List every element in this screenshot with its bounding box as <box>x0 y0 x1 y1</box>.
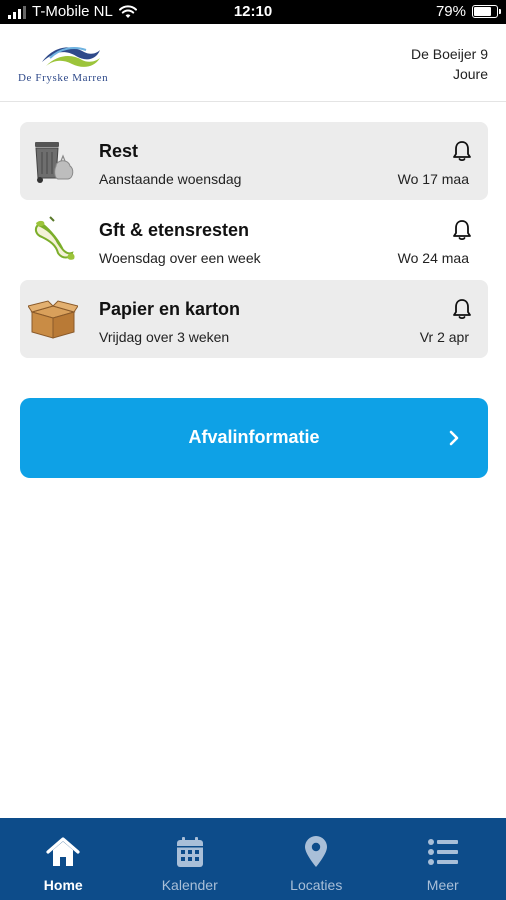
waste-item-title: Papier en karton <box>99 299 241 319</box>
tab-label: Locaties <box>290 877 343 893</box>
status-bar: T-Mobile NL 12:10 79% <box>0 0 506 24</box>
bell-icon[interactable] <box>452 140 472 162</box>
waste-item-title: Gft & etensresten <box>99 220 250 240</box>
afvalinformatie-button[interactable]: Afvalinformatie <box>20 398 488 478</box>
waste-item-subtitle: Woensdag over een week <box>99 250 261 266</box>
afvalinformatie-label: Afvalinformatie <box>188 427 320 447</box>
address-city: Joure <box>452 66 488 82</box>
waste-item-papier[interactable]: Papier en karton Vrijdag over 3 weken Vr… <box>20 280 488 358</box>
tab-label: Meer <box>426 877 459 893</box>
chevron-right-icon <box>449 430 459 446</box>
tab-label: Kalender <box>161 877 218 893</box>
waste-item-subtitle: Aanstaande woensdag <box>99 171 242 187</box>
tab-label: Home <box>43 877 83 893</box>
waste-item-rest[interactable]: Rest Aanstaande woensdag Wo 17 maa <box>20 122 488 200</box>
location-pin-icon <box>305 836 328 867</box>
bottom-tab-bar: Home Kalender Locaties Meer <box>0 818 506 900</box>
logo-text: De Fryske Marren <box>18 72 109 84</box>
waste-item-date: Wo 24 maa <box>397 250 469 266</box>
apple-core-icon <box>28 215 78 265</box>
status-right: 79% <box>435 3 501 20</box>
tab-meer[interactable]: Meer <box>380 818 506 900</box>
address-block[interactable]: De Boeijer 9 Joure <box>411 44 488 84</box>
bell-icon[interactable] <box>452 298 472 320</box>
waste-item-date: Wo 17 maa <box>397 171 469 187</box>
clock: 12:10 <box>233 3 273 20</box>
cardboard-box-icon <box>27 294 79 344</box>
municipality-logo[interactable]: De Fryske Marren <box>18 40 130 90</box>
logo-waves-icon <box>42 47 100 67</box>
home-icon <box>46 837 80 866</box>
waste-item-gft[interactable]: Gft & etensresten Woensdag over een week… <box>20 201 488 279</box>
battery-level-fill <box>474 7 492 16</box>
app-header: De Fryske Marren De Boeijer 9 Joure <box>0 24 506 102</box>
tab-home[interactable]: Home <box>0 818 127 900</box>
list-icon <box>427 839 458 865</box>
tab-locaties[interactable]: Locaties <box>253 818 380 900</box>
grey-bin-icon <box>28 136 78 186</box>
address-street: De Boeijer 9 <box>410 46 488 62</box>
battery-percent: 79% <box>435 3 466 20</box>
waste-item-date: Vr 2 apr <box>419 329 469 345</box>
bell-icon[interactable] <box>452 219 472 241</box>
waste-item-subtitle: Vrijdag over 3 weken <box>99 329 230 345</box>
waste-item-title: Rest <box>99 141 139 161</box>
tab-kalender[interactable]: Kalender <box>127 818 254 900</box>
waste-collection-list: Rest Aanstaande woensdag Wo 17 maa Gft &… <box>20 122 488 359</box>
battery-icon <box>472 5 501 18</box>
calendar-icon <box>176 837 203 867</box>
